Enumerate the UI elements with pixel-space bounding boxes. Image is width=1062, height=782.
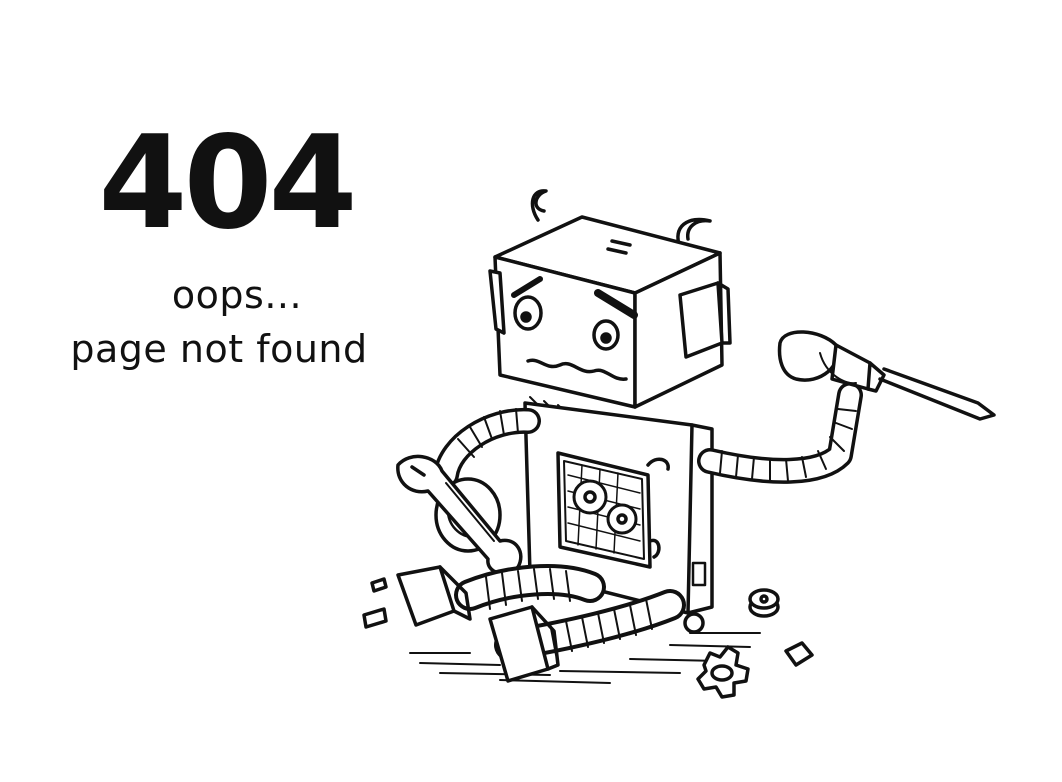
robot-head (488, 215, 732, 409)
screwdriver-icon (777, 330, 996, 421)
antenna-curl-left (530, 189, 548, 222)
robot-icon (362, 189, 996, 699)
error-page: 404 oops... page not found (0, 0, 1062, 782)
broken-robot-illustration (350, 175, 1010, 715)
robot-right-arm (697, 382, 863, 484)
gear-icon (696, 645, 750, 699)
